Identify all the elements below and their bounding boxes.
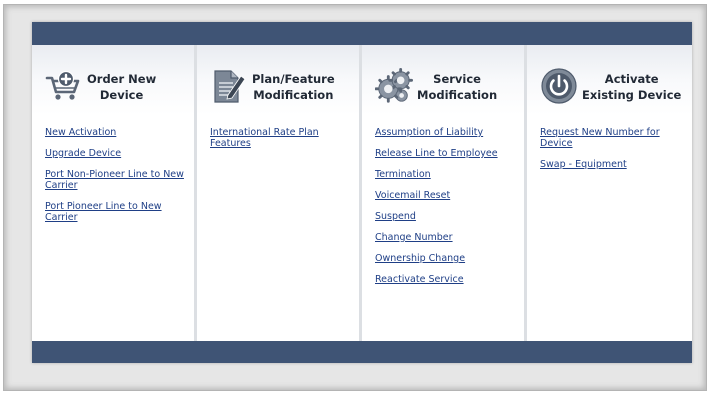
column-service-modification: Service Modification Assumption of Liabi… xyxy=(362,45,527,341)
reactivate-service-link[interactable]: Reactivate Service xyxy=(375,274,514,285)
termination-link[interactable]: Termination xyxy=(375,169,514,180)
column-activate-existing-device: Activate Existing Device Request New Num… xyxy=(527,45,692,341)
ownership-change-link[interactable]: Ownership Change xyxy=(375,253,514,264)
screenshot-frame: Order New Device New Activation Upgrade … xyxy=(3,4,707,391)
link-list: New Activation Upgrade Device Port Non-P… xyxy=(45,127,184,233)
column-header: Order New Device xyxy=(45,67,190,107)
change-number-link[interactable]: Change Number xyxy=(375,232,514,243)
power-icon xyxy=(540,67,578,105)
column-title: Service Modification xyxy=(417,72,498,102)
column-header: Service Modification xyxy=(375,67,520,107)
column-plan-feature-modification: Plan/Feature Modification International … xyxy=(197,45,362,341)
port-pioneer-line-link[interactable]: Port Pioneer Line to New Carrier xyxy=(45,201,184,223)
swap-equipment-link[interactable]: Swap - Equipment xyxy=(540,159,682,170)
suspend-link[interactable]: Suspend xyxy=(375,211,514,222)
release-line-to-employee-link[interactable]: Release Line to Employee xyxy=(375,148,514,159)
request-new-number-link[interactable]: Request New Number for Device xyxy=(540,127,682,149)
column-title: Order New Device xyxy=(87,72,157,102)
column-header: Activate Existing Device xyxy=(540,67,688,107)
column-title: Plan/Feature Modification xyxy=(252,72,335,102)
upgrade-device-link[interactable]: Upgrade Device xyxy=(45,148,184,159)
assumption-of-liability-link[interactable]: Assumption of Liability xyxy=(375,127,514,138)
column-header: Plan/Feature Modification xyxy=(210,67,355,107)
gears-icon xyxy=(375,67,413,105)
new-activation-link[interactable]: New Activation xyxy=(45,127,184,138)
header-bar xyxy=(32,22,692,45)
international-rate-plan-features-link[interactable]: International Rate Plan Features xyxy=(210,127,349,149)
document-edit-icon xyxy=(210,67,248,105)
port-non-pioneer-line-link[interactable]: Port Non-Pioneer Line to New Carrier xyxy=(45,169,184,191)
link-list: Request New Number for Device Swap - Equ… xyxy=(540,127,682,180)
column-title: Activate Existing Device xyxy=(582,72,682,102)
menu-columns: Order New Device New Activation Upgrade … xyxy=(32,45,692,341)
voicemail-reset-link[interactable]: Voicemail Reset xyxy=(375,190,514,201)
footer-bar xyxy=(32,341,692,363)
shopping-cart-add-icon xyxy=(45,67,83,105)
service-menu-panel: Order New Device New Activation Upgrade … xyxy=(32,22,692,363)
column-order-new-device: Order New Device New Activation Upgrade … xyxy=(32,45,197,341)
link-list: Assumption of Liability Release Line to … xyxy=(375,127,514,295)
link-list: International Rate Plan Features xyxy=(210,127,349,159)
